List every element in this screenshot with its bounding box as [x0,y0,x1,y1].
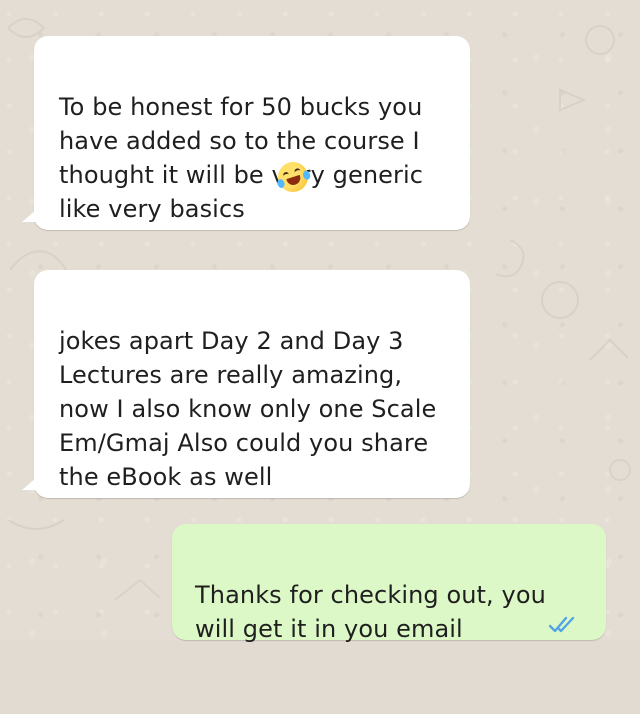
outgoing-message: Thanks for checking out, you will get it… [172,524,606,643]
double-check-read-icon [548,616,575,633]
incoming-message: jokes apart Day 2 and Day 3 Lectures are… [22,270,470,498]
message-text: jokes apart Day 2 and Day 3 Lectures are… [59,327,437,491]
message-text: Thanks for checking out, you will get it… [195,581,546,643]
incoming-message: To be honest for 50 bucks you have added… [22,36,470,230]
message-text: To be honest for 50 bucks you have added… [59,93,424,223]
emoji-mouth [286,174,303,187]
